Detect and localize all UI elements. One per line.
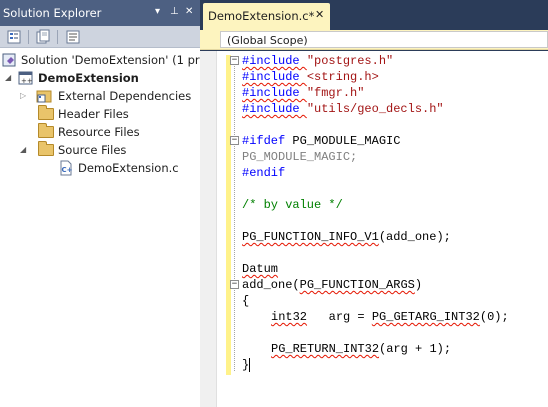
preprocessor-keyword: #include	[242, 54, 307, 68]
tree-item-label: Header Files	[58, 107, 129, 121]
close-icon[interactable]: ✕	[185, 5, 193, 19]
code-line-14: Datum	[242, 262, 278, 277]
code-line-19: PG_RETURN_INT32(arg + 1);	[271, 342, 451, 357]
code-line-10: /* by value */	[242, 198, 343, 212]
solution-explorer-titlebar[interactable]: Solution Explorer ▾ ⊥ ✕	[0, 0, 200, 26]
folder-icon	[38, 123, 54, 138]
expanded-arrow-icon[interactable]: ◢	[20, 145, 26, 154]
macro-args: (add_one);	[378, 230, 451, 244]
solution-tree: Solution 'DemoExtension' (1 proje ◢ ++ D…	[0, 49, 200, 407]
tree-item-project[interactable]: ◢ ++ DemoExtension	[0, 69, 200, 87]
type-name: Datum	[242, 262, 279, 276]
navigation-bar: (Global Scope)	[200, 30, 548, 50]
preprocessor-keyword: #ifdef	[242, 134, 286, 148]
tree-item-external-dependencies[interactable]: ▷ External Dependencies	[0, 87, 200, 105]
string-literal: "utils/geo_decls.h"	[306, 102, 444, 116]
code-line-7: PG_MODULE_MAGIC;	[242, 150, 358, 164]
macro-call: PG_RETURN_INT32	[271, 342, 380, 356]
tree-item-solution[interactable]: Solution 'DemoExtension' (1 proje	[0, 51, 200, 69]
code-line-17: int32 arg = PG_GETARG_INT32(0);	[271, 310, 509, 325]
string-literal: <string.h>	[306, 70, 379, 84]
refresh-icon[interactable]	[65, 29, 83, 45]
macro-call: PG_FUNCTION_ARGS	[299, 278, 415, 292]
tree-item-resource-files[interactable]: Resource Files	[0, 123, 200, 141]
c-file-icon: C+	[58, 160, 74, 179]
indicator-margin	[200, 51, 217, 407]
scope-value: (Global Scope)	[227, 34, 308, 47]
toolbar-separator	[28, 30, 29, 44]
code-line-3: #include "fmgr.h"	[242, 86, 364, 101]
code-line-2: #include <string.h>	[242, 70, 379, 85]
collapsed-arrow-icon[interactable]: ▷	[20, 91, 26, 100]
type-name: int32	[271, 310, 308, 324]
code-text-area[interactable]: − − − #include "postgres.h" #include <st…	[200, 51, 548, 407]
window-position-icon[interactable]: ▾	[155, 5, 160, 19]
tree-item-header-files[interactable]: Header Files	[0, 105, 200, 123]
string-literal: "postgres.h"	[306, 54, 394, 68]
folder-icon	[38, 105, 54, 120]
preprocessor-keyword: #include	[242, 86, 307, 100]
collapse-ifdef-block-icon[interactable]: −	[230, 136, 239, 145]
tree-item-label: Resource Files	[58, 125, 140, 139]
code-line-8: #endif	[242, 166, 286, 180]
code-line-4: #include "utils/geo_decls.h"	[242, 102, 444, 117]
panel-title: Solution Explorer	[3, 6, 102, 20]
function-name: add_one	[242, 278, 293, 292]
svg-text:C+: C+	[62, 166, 73, 174]
tree-item-label: Source Files	[58, 143, 127, 157]
code-text: (0);	[479, 310, 509, 324]
properties-icon[interactable]	[6, 29, 24, 45]
tab-demoextension-c[interactable]: DemoExtension.c* ✕	[203, 3, 330, 30]
string-literal: "fmgr.h"	[306, 86, 365, 100]
code-text: arg =	[328, 310, 372, 324]
solution-explorer-toolbar	[0, 26, 200, 48]
code-line-16: {	[242, 294, 250, 308]
punctuation: )	[414, 278, 423, 292]
tree-item-label: DemoExtension	[38, 71, 139, 85]
tree-item-label: Solution 'DemoExtension' (1 proje	[21, 53, 200, 67]
collapse-function-icon[interactable]: −	[230, 280, 239, 289]
outline-guide	[234, 61, 235, 371]
tree-item-source-file[interactable]: C+ DemoExtension.c	[0, 159, 200, 177]
toolbar-separator	[57, 30, 58, 44]
code-editor: DemoExtension.c* ✕ (Global Scope) − − − …	[200, 0, 548, 407]
svg-text:++: ++	[21, 77, 33, 85]
tab-label: DemoExtension.c*	[208, 9, 315, 23]
code-text: (arg + 1);	[379, 342, 452, 356]
code-line-1: #include "postgres.h"	[242, 54, 393, 69]
macro-name: PG_MODULE_MAGIC	[292, 134, 401, 148]
punctuation: (	[292, 278, 300, 292]
preprocessor-keyword: #include	[242, 102, 307, 116]
tree-item-source-files[interactable]: ◢ Source Files	[0, 141, 200, 159]
macro-call: PG_FUNCTION_INFO_V1	[242, 230, 379, 244]
macro-call: PG_GETARG_INT32	[371, 310, 480, 324]
code-line-6: #ifdef PG_MODULE_MAGIC	[242, 134, 400, 149]
code-line-12: PG_FUNCTION_INFO_V1(add_one);	[242, 230, 451, 245]
code-line-15: add_one(PG_FUNCTION_ARGS)	[242, 278, 422, 293]
scope-dropdown[interactable]: (Global Scope)	[220, 31, 548, 48]
text-caret	[249, 358, 250, 372]
close-tab-icon[interactable]: ✕	[315, 8, 324, 21]
solution-explorer-panel: Solution Explorer ▾ ⊥ ✕ Solution 'DemoEx…	[0, 0, 200, 407]
show-all-files-icon[interactable]	[35, 29, 53, 45]
preprocessor-keyword: #include	[242, 70, 307, 84]
unsaved-changes-bar	[226, 55, 231, 375]
collapse-include-block-icon[interactable]: −	[230, 56, 239, 65]
tree-item-label: DemoExtension.c	[78, 161, 179, 175]
tree-item-label: External Dependencies	[58, 89, 192, 103]
document-tab-strip: DemoExtension.c* ✕	[200, 0, 548, 30]
expanded-arrow-icon[interactable]: ◢	[5, 73, 11, 82]
auto-hide-pin-icon[interactable]: ⊥	[170, 5, 179, 19]
folder-icon	[38, 141, 54, 156]
